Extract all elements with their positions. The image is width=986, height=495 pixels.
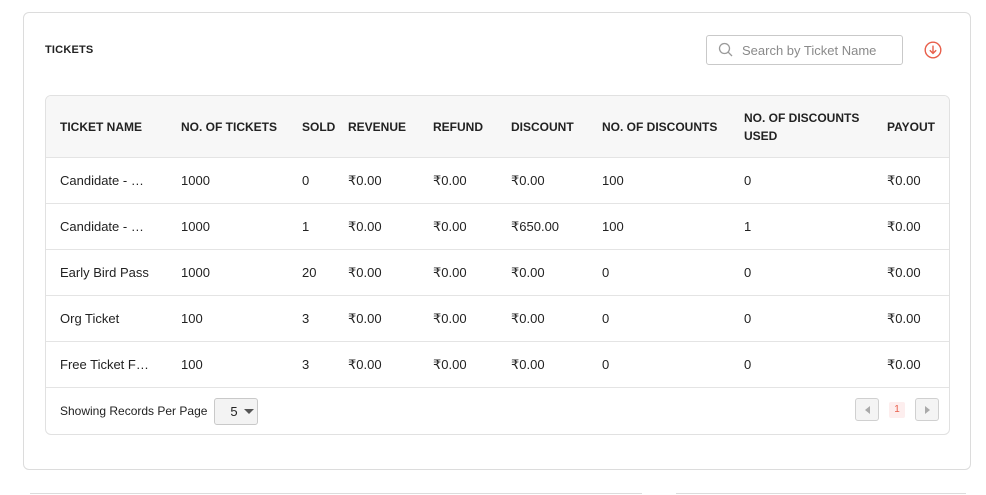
chevron-down-icon — [243, 408, 254, 414]
column-header: PAYOUT — [873, 96, 949, 158]
column-header: SOLD — [288, 96, 335, 158]
records-per-page-label: Showing Records Per Page — [60, 404, 208, 418]
table-cell: 0 — [588, 249, 730, 296]
table-cell: ₹0.00 — [873, 341, 949, 388]
table-cell: 1 — [288, 203, 334, 250]
table-cell: ₹0.00 — [873, 203, 949, 250]
table-cell: ₹0.00 — [334, 157, 419, 204]
table-cell: 1000 — [167, 203, 288, 250]
table-cell: 1000 — [167, 249, 288, 296]
table-cell: 100 — [588, 203, 730, 250]
table-cell: 100 — [167, 341, 288, 388]
chevron-left-icon — [864, 405, 870, 414]
table-cell: ₹650.00 — [497, 203, 588, 250]
table-cell: 0 — [730, 295, 873, 342]
table-row[interactable]: Candidate - … 1000 0 ₹0.00 ₹0.00 ₹0.00 100 0 ₹0.… — [46, 157, 949, 204]
current-page-number[interactable]: 1 — [889, 401, 905, 418]
prev-page-button[interactable] — [855, 398, 879, 421]
column-header: TICKET NAME — [46, 96, 167, 158]
column-header: NO. OF TICKETS — [167, 96, 288, 158]
next-card-edge — [30, 493, 642, 494]
column-header: REFUND — [419, 96, 497, 158]
table-cell: 3 — [288, 295, 334, 342]
table-cell: Free Ticket F… — [46, 341, 167, 388]
table-cell: ₹0.00 — [419, 341, 497, 388]
chevron-right-icon — [924, 405, 930, 414]
search-box[interactable] — [706, 35, 903, 65]
tickets-card: TICKETS TICKET NAMENO. OF TICKETSSOLDREV… — [23, 12, 971, 470]
table-cell: 100 — [167, 295, 288, 342]
table-row[interactable]: Free Ticket F… 100 3 ₹0.00 ₹0.00 ₹0.00 0 0 ₹0.00 — [46, 341, 949, 388]
table-cell: ₹0.00 — [497, 341, 588, 388]
column-header: REVENUE — [334, 96, 419, 158]
table-cell: ₹0.00 — [334, 341, 419, 388]
section-title: TICKETS — [45, 44, 94, 56]
pagination: 1 — [855, 398, 939, 421]
table-cell: ₹0.00 — [419, 249, 497, 296]
download-icon[interactable] — [923, 40, 943, 60]
table-cell: ₹0.00 — [497, 157, 588, 204]
table-header-row: TICKET NAME NO. OF TICKETS SOLD REVENUE REFU… — [46, 96, 949, 158]
table-cell: ₹0.00 — [419, 157, 497, 204]
next-card-edge — [676, 493, 966, 494]
table-cell: Candidate - … — [46, 203, 167, 250]
column-header: NO. OF DISCOUNTS USED — [730, 96, 873, 158]
next-page-button[interactable] — [915, 398, 939, 421]
table-cell: 0 — [288, 157, 334, 204]
table-cell: ₹0.00 — [873, 249, 949, 296]
table-cell: ₹0.00 — [334, 203, 419, 250]
table-cell: 100 — [588, 157, 730, 204]
tickets-table: TICKET NAME NO. OF TICKETS SOLD REVENUE REFU… — [45, 95, 950, 435]
table-cell: 1 — [730, 203, 873, 250]
table-row[interactable]: Candidate - … 1000 1 ₹0.00 ₹0.00 ₹650.00 100 1 ₹… — [46, 203, 949, 250]
table-cell: ₹0.00 — [334, 249, 419, 296]
table-row[interactable]: Org Ticket 100 3 ₹0.00 ₹0.00 ₹0.00 0 0 ₹0.00 — [46, 295, 949, 342]
table-cell: Early Bird Pass — [46, 249, 167, 296]
table-cell: 20 — [288, 249, 334, 296]
per-page-value: 5 — [230, 403, 238, 419]
table-cell: ₹0.00 — [334, 295, 419, 342]
table-body: Candidate - … 1000 0 ₹0.00 ₹0.00 ₹0.00 100 0 ₹0.… — [46, 157, 949, 388]
table-footer: Showing Records Per Page 5 1 — [46, 388, 949, 434]
table-cell: ₹0.00 — [497, 249, 588, 296]
table-cell: 0 — [730, 341, 873, 388]
table-cell: 0 — [588, 341, 730, 388]
table-cell: ₹0.00 — [419, 203, 497, 250]
table-cell: 3 — [288, 341, 334, 388]
table-cell: 1000 — [167, 157, 288, 204]
search-icon — [718, 42, 734, 58]
column-header: NO. OF DISCOUNTS — [588, 96, 730, 158]
table-cell: Candidate - … — [46, 157, 167, 204]
table-cell: ₹0.00 — [497, 295, 588, 342]
table-cell: ₹0.00 — [873, 295, 949, 342]
column-header: DISCOUNT — [497, 96, 588, 158]
search-input[interactable] — [742, 42, 892, 58]
table-cell: 0 — [588, 295, 730, 342]
table-cell: ₹0.00 — [419, 295, 497, 342]
records-per-page-select[interactable]: 5 — [214, 397, 259, 425]
table-cell: ₹0.00 — [873, 157, 949, 204]
table-cell: Org Ticket — [46, 295, 167, 342]
table-cell: 0 — [730, 157, 873, 204]
table-row[interactable]: Early Bird Pass 1000 20 ₹0.00 ₹0.00 ₹0.00 0 0 ₹0… — [46, 249, 949, 296]
table-cell: 0 — [730, 249, 873, 296]
